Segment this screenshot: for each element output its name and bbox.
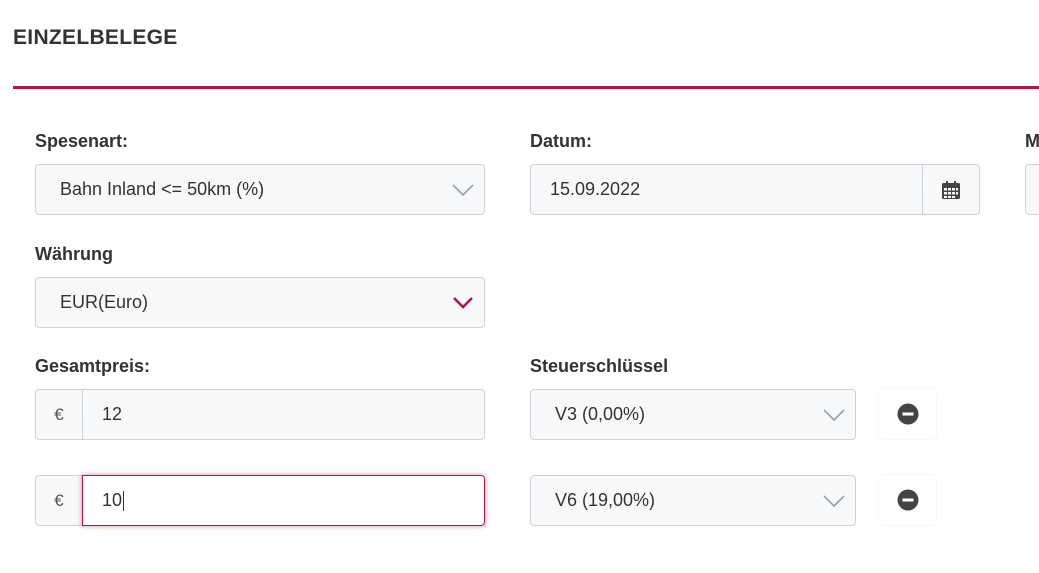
waehrung-label: Währung [35,244,113,264]
amount-value: 12 [102,404,123,424]
section-title: EINZELBELEGE [13,26,178,49]
spesenart-label: Spesenart: [35,131,129,151]
chevron-down-icon [823,408,845,421]
calendar-icon [942,180,960,199]
cut-off-field[interactable] [1025,164,1039,215]
remove-line-button[interactable] [879,389,936,439]
tax-key-value: V6 (19,00%) [555,490,656,510]
remove-line-button[interactable] [879,475,936,525]
waehrung-value: EUR(Euro) [60,292,149,312]
tax-key-value: V3 (0,00%) [555,404,646,424]
datum-label: Datum: [530,131,592,151]
minus-circle-icon [897,489,918,511]
amount-input-group: € 12 [35,389,485,440]
amount-value: 10 [102,490,123,510]
datum-input[interactable]: 15.09.2022 [530,164,922,215]
text-cursor [123,490,125,511]
section-divider [13,86,1039,89]
tax-key-select[interactable]: V3 (0,00%) [530,389,856,440]
datum-value: 15.09.2022 [550,179,641,199]
amount-input[interactable]: 12 [82,389,485,440]
chevron-down-icon [452,183,474,196]
currency-prefix: € [35,389,82,440]
minus-circle-icon [897,403,918,425]
amount-input[interactable]: 10 [82,475,485,526]
spesenart-value: Bahn Inland <= 50km (%) [60,179,265,199]
gesamtpreis-label: Gesamtpreis: [35,356,151,376]
datum-input-group: 15.09.2022 [530,164,980,215]
spesenart-select[interactable]: Bahn Inland <= 50km (%) [35,164,485,215]
chevron-down-icon [823,494,845,507]
steuerschluessel-label: Steuerschlüssel [530,356,669,376]
cut-off-label: M [1025,131,1039,151]
tax-key-select[interactable]: V6 (19,00%) [530,475,856,526]
chevron-down-icon [453,296,473,309]
amount-input-group: € 10 [35,475,485,526]
currency-prefix: € [35,475,82,526]
waehrung-select[interactable]: EUR(Euro) [35,277,485,328]
calendar-button[interactable] [922,164,980,215]
